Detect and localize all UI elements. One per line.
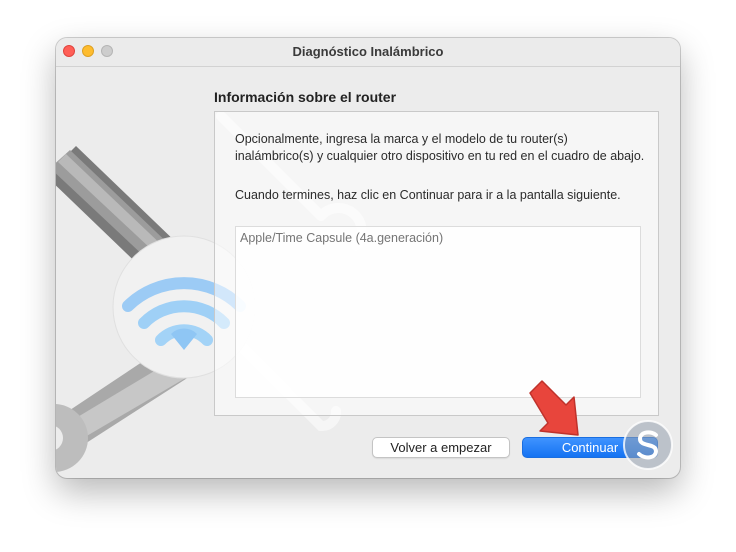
router-model-field[interactable] — [235, 226, 641, 398]
title-bar: Diagnóstico Inalámbrico — [56, 38, 680, 67]
watermark-logo — [623, 420, 673, 470]
red-arrow-icon — [529, 380, 579, 436]
restart-button[interactable]: Volver a empezar — [372, 437, 510, 458]
instructions-text: Opcionalmente, ingresa la marca y el mod… — [235, 132, 645, 163]
router-info-panel: Opcionalmente, ingresa la marca y el mod… — [214, 111, 659, 416]
section-title: Información sobre el router — [214, 89, 397, 105]
continue-hint-text: Cuando termines, haz clic en Continuar p… — [235, 188, 621, 202]
window-title: Diagnóstico Inalámbrico — [292, 44, 444, 59]
